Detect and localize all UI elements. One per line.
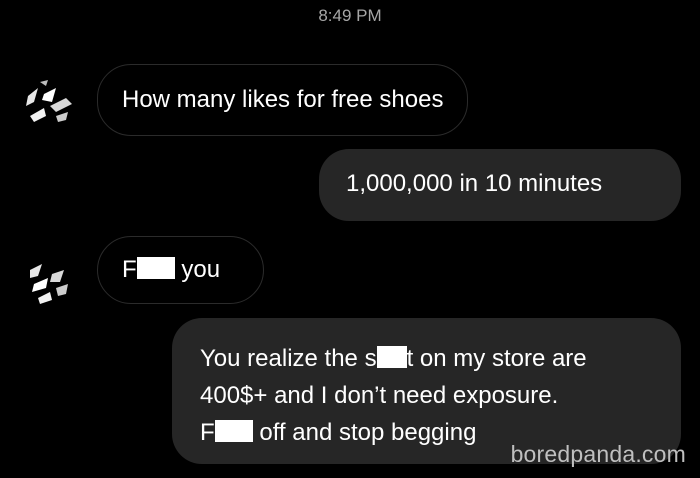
outgoing-message-bubble[interactable]: 1,000,000 in 10 minutes <box>319 149 681 221</box>
message-text: You realize the s <box>200 345 377 372</box>
watermark: boredpanda.com <box>510 441 686 467</box>
sender-avatar[interactable] <box>24 256 78 310</box>
message-text-start: F <box>122 256 137 283</box>
message-text: off and stop begging <box>259 419 477 446</box>
incoming-message-bubble[interactable]: F you <box>97 236 264 304</box>
message-text: 1,000,000 in 10 minutes <box>346 170 603 197</box>
message-line: 400$+ and I don’t need exposure. <box>200 377 681 414</box>
message-text: 400$+ and I don’t need exposure. <box>200 382 559 409</box>
censor-bar <box>214 420 253 442</box>
message-text: F <box>200 419 215 446</box>
message-text: How many likes for free shoes <box>122 86 444 113</box>
message-text: t on my store are <box>406 345 587 372</box>
message-timestamp: 8:49 PM <box>318 6 382 25</box>
message-line: You realize the s t on my store are <box>200 340 681 377</box>
message-text-end: you <box>181 256 221 283</box>
censor-bar <box>136 257 175 279</box>
incoming-message-bubble[interactable]: How many likes for free shoes <box>97 64 469 136</box>
censor-bar <box>376 346 407 368</box>
sender-avatar[interactable] <box>22 76 76 130</box>
